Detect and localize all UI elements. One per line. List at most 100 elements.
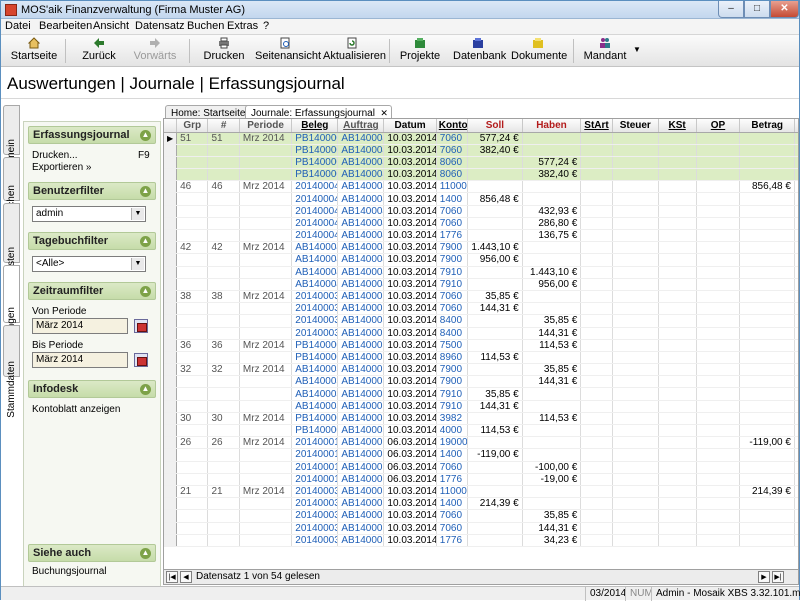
- cell-start[interactable]: [580, 156, 613, 170]
- cell-beleg[interactable]: 20140003: [291, 534, 339, 547]
- cell-periode[interactable]: [239, 314, 293, 328]
- calendar-icon[interactable]: [134, 319, 148, 333]
- row-indicator[interactable]: [164, 411, 178, 426]
- cell-nr[interactable]: [207, 168, 240, 182]
- cell-steuer[interactable]: [612, 253, 659, 267]
- cell-datum[interactable]: 10.03.2014: [383, 522, 437, 535]
- cell-steuer[interactable]: [612, 375, 659, 389]
- cell-datum[interactable]: 10.03.2014: [383, 229, 437, 243]
- cell-datum[interactable]: 10.03.2014: [383, 266, 437, 279]
- cell-auftrag[interactable]: AB140003: [337, 289, 385, 304]
- cell-op[interactable]: [696, 375, 741, 389]
- cell-start[interactable]: [580, 534, 613, 547]
- cell-konto[interactable]: 8960: [436, 351, 469, 365]
- cell-haben[interactable]: 144,31 €: [522, 522, 582, 535]
- cell-kst[interactable]: [658, 144, 697, 157]
- cell-op[interactable]: [696, 314, 741, 328]
- cell-start[interactable]: [580, 522, 613, 535]
- cell-datum[interactable]: 10.03.2014: [383, 338, 437, 352]
- cell-start[interactable]: [580, 217, 613, 231]
- cell-op[interactable]: [696, 156, 741, 170]
- cell-periode[interactable]: [239, 217, 293, 231]
- cell-op[interactable]: [696, 192, 741, 206]
- chevron-down-icon[interactable]: ▼: [131, 208, 144, 220]
- column-header-datum[interactable]: Datum: [383, 119, 437, 133]
- cell-steuer[interactable]: [612, 180, 659, 194]
- cell-periode[interactable]: Mrz 2014: [239, 484, 293, 499]
- cell-nr[interactable]: [207, 473, 240, 486]
- user-filter-select[interactable]: admin ▼: [32, 206, 146, 222]
- row-indicator[interactable]: [164, 144, 178, 157]
- cell-periode[interactable]: [239, 302, 293, 316]
- cell-betrag[interactable]: [739, 144, 795, 157]
- cell-haben[interactable]: [522, 241, 582, 255]
- cell-sk[interactable]: [794, 448, 798, 462]
- row-indicator[interactable]: [164, 327, 178, 340]
- cell-konto[interactable]: 7060: [436, 302, 469, 316]
- cell-soll[interactable]: [467, 205, 523, 218]
- cell-grp[interactable]: [176, 387, 209, 401]
- cell-beleg[interactable]: 20140001: [291, 461, 339, 474]
- cell-grp[interactable]: [176, 156, 209, 170]
- cell-haben[interactable]: 432,93 €: [522, 205, 582, 218]
- cell-start[interactable]: [580, 473, 613, 486]
- cell-sk[interactable]: [794, 168, 798, 182]
- cell-periode[interactable]: Mrz 2014: [239, 289, 293, 304]
- cell-steuer[interactable]: [612, 484, 659, 499]
- cell-auftrag[interactable]: AB140004: [337, 205, 385, 218]
- cell-start[interactable]: [580, 144, 613, 157]
- table-row[interactable]: 46 46 Mrz 2014 20140004 AB140004 10.03.2014 11…: [164, 180, 798, 194]
- cell-betrag[interactable]: -119,00 €: [739, 436, 795, 450]
- cell-haben[interactable]: 144,31 €: [522, 375, 582, 389]
- cell-soll[interactable]: [467, 411, 523, 426]
- cell-beleg[interactable]: AB140003: [291, 375, 339, 389]
- cell-beleg[interactable]: AB140004: [291, 266, 339, 279]
- cell-auftrag[interactable]: AB140004: [337, 180, 385, 194]
- cell-sk[interactable]: [794, 253, 798, 267]
- cell-haben[interactable]: 1.443,10 €: [522, 266, 582, 279]
- cell-konto[interactable]: 7060: [436, 289, 469, 304]
- cell-sk[interactable]: [794, 132, 798, 145]
- cell-steuer[interactable]: [612, 205, 659, 218]
- row-indicator[interactable]: [164, 168, 178, 182]
- row-indicator[interactable]: [164, 387, 178, 401]
- cell-datum[interactable]: 10.03.2014: [383, 289, 437, 304]
- cell-soll[interactable]: [467, 314, 523, 328]
- cell-konto[interactable]: 19000: [436, 436, 469, 450]
- cell-start[interactable]: [580, 180, 613, 194]
- cell-betrag[interactable]: [739, 387, 795, 401]
- cell-steuer[interactable]: [612, 363, 659, 377]
- cell-grp[interactable]: 26: [176, 436, 209, 450]
- cell-start[interactable]: [580, 302, 613, 316]
- cell-beleg[interactable]: 20140003: [291, 497, 339, 511]
- maximize-button[interactable]: □: [744, 1, 770, 18]
- cell-grp[interactable]: [176, 253, 209, 267]
- cell-beleg[interactable]: AB140003: [291, 387, 339, 401]
- column-header-haben[interactable]: Haben: [522, 119, 582, 133]
- table-row[interactable]: AB140004 AB140004 10.03.2014 7910 956,00 €: [164, 278, 798, 291]
- cell-haben[interactable]: -19,00 €: [522, 473, 582, 486]
- cell-nr[interactable]: 21: [207, 484, 240, 499]
- row-indicator[interactable]: [164, 266, 178, 279]
- cell-betrag[interactable]: [739, 534, 795, 547]
- cell-start[interactable]: [580, 192, 613, 206]
- cell-konto[interactable]: 4000: [436, 424, 469, 438]
- cell-op[interactable]: [696, 400, 741, 413]
- cell-konto[interactable]: 1776: [436, 473, 469, 486]
- cell-auftrag[interactable]: AB140003: [337, 302, 385, 316]
- cell-auftrag[interactable]: AB140004: [337, 192, 385, 206]
- cell-kst[interactable]: [658, 448, 697, 462]
- cell-datum[interactable]: 10.03.2014: [383, 205, 437, 218]
- table-row[interactable]: AB140003 AB140003 10.03.2014 7900 144,31 €: [164, 375, 798, 389]
- cell-datum[interactable]: 10.03.2014: [383, 424, 437, 438]
- from-period-field[interactable]: März 2014: [32, 318, 128, 334]
- cell-steuer[interactable]: [612, 424, 659, 438]
- cell-haben[interactable]: 136,75 €: [522, 229, 582, 243]
- cell-grp[interactable]: [176, 424, 209, 438]
- cell-kst[interactable]: [658, 180, 697, 194]
- cell-betrag[interactable]: [739, 448, 795, 462]
- cell-sk[interactable]: [794, 484, 798, 499]
- cell-op[interactable]: [696, 497, 741, 511]
- cell-start[interactable]: [580, 411, 613, 426]
- cell-op[interactable]: [696, 473, 741, 486]
